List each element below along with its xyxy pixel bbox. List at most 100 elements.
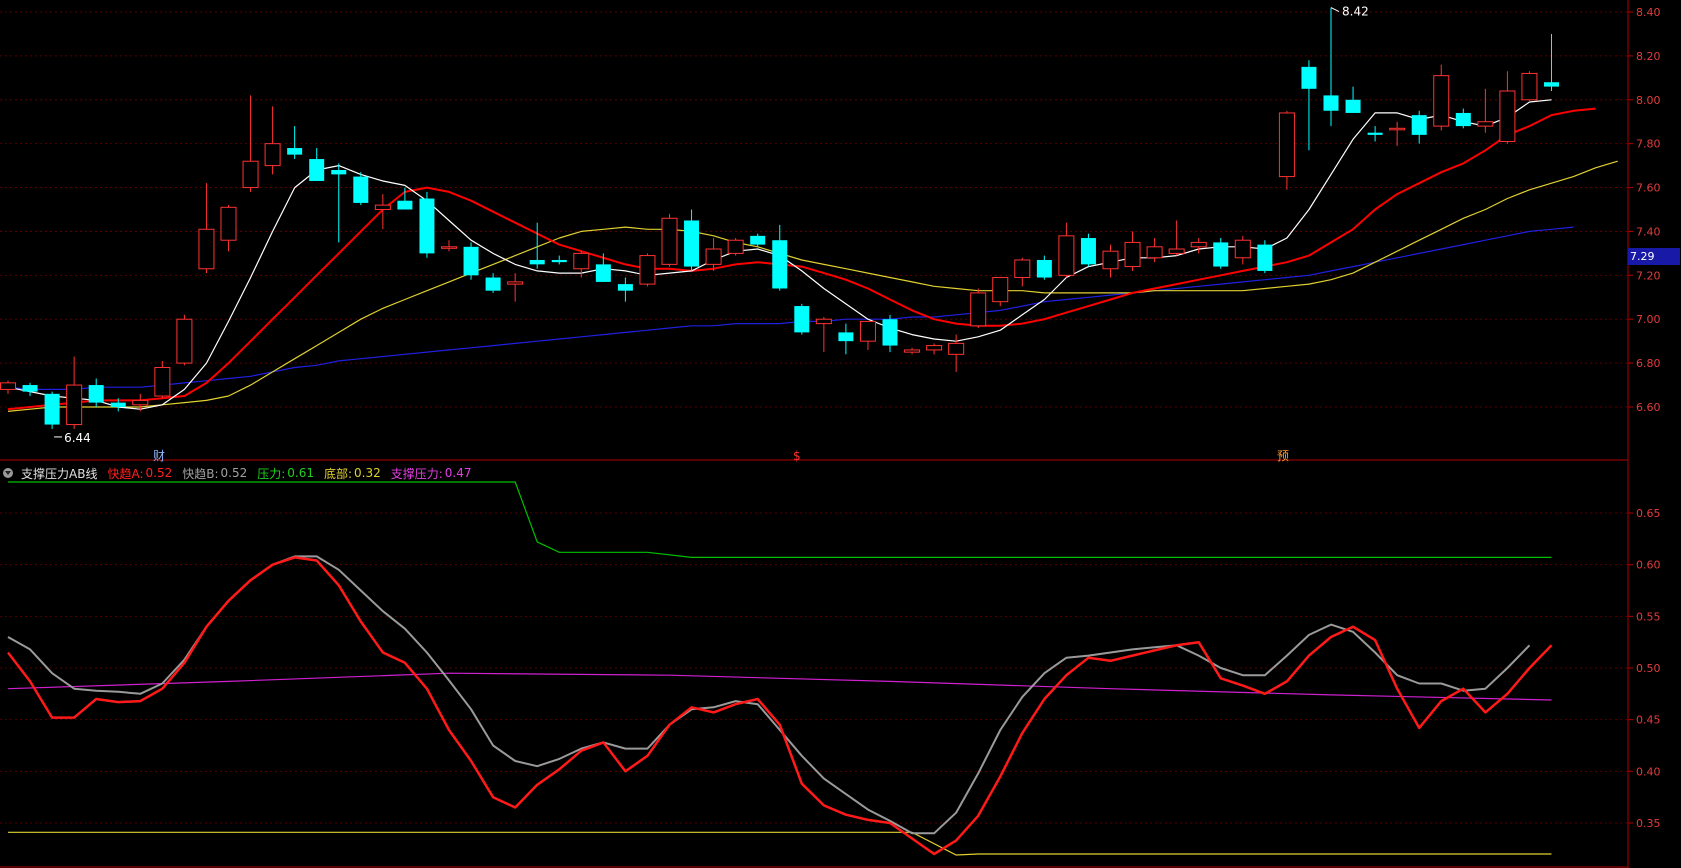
candle[interactable] (485, 273, 501, 293)
candle-body-down (551, 259, 567, 263)
indicator-axis-label: 0.65 (1636, 507, 1661, 520)
candle-body-down (419, 198, 435, 254)
candle[interactable] (1455, 108, 1471, 129)
fast-a-line (7, 556, 1553, 856)
bottom-line (8, 831, 1552, 856)
candle-body-up (1124, 241, 1141, 268)
current-price-badge: 7.29 (1628, 247, 1680, 265)
indicator-lines-layer (7, 481, 1553, 856)
candle[interactable] (551, 255, 567, 265)
candle[interactable] (772, 224, 788, 291)
candle[interactable] (22, 382, 38, 397)
candle[interactable] (1257, 240, 1273, 274)
candle[interactable] (1323, 7, 1339, 127)
candle-body-down (684, 220, 700, 267)
indicator-name[interactable]: 支撑压力AB线 (21, 465, 97, 482)
candle[interactable] (750, 233, 766, 247)
candle[interactable] (794, 303, 810, 335)
candle[interactable] (287, 126, 303, 160)
chevron-down-icon[interactable] (3, 468, 13, 478)
candle-body-up (1058, 235, 1075, 276)
candle[interactable] (1014, 257, 1031, 287)
candle[interactable] (463, 242, 479, 280)
candle[interactable] (154, 360, 171, 399)
candle[interactable] (595, 253, 611, 282)
candle[interactable] (176, 314, 193, 366)
candle-body-down (1411, 115, 1427, 135)
candle[interactable] (1345, 86, 1361, 113)
candle[interactable] (727, 238, 744, 256)
event-tag-forecast[interactable]: 预 (1277, 449, 1289, 463)
candle[interactable] (1499, 71, 1516, 144)
candle[interactable] (684, 209, 700, 271)
candle[interactable] (1301, 60, 1317, 151)
candle[interactable] (419, 191, 435, 258)
candle[interactable] (198, 183, 215, 274)
candle[interactable] (617, 277, 633, 302)
candle-body-down (1080, 238, 1096, 265)
event-tag-finance[interactable]: 财 (153, 449, 165, 463)
event-tag-dividend[interactable]: $ (793, 449, 801, 463)
candle[interactable] (441, 240, 457, 252)
candle[interactable] (331, 163, 347, 243)
candle[interactable] (0, 380, 16, 394)
price-axis-label: 7.80 (1636, 138, 1661, 151)
price-axis-label: 7.40 (1636, 225, 1661, 238)
price-axis-label: 7.00 (1636, 313, 1661, 326)
indicator-axis-label: 0.55 (1636, 610, 1661, 623)
candle[interactable] (992, 277, 1009, 307)
candle-body-up (176, 318, 193, 364)
candle[interactable] (838, 323, 854, 355)
candle[interactable] (705, 238, 722, 271)
stock-chart[interactable]: 8.40 8.20 8.00 7.80 7.60 7.40 7.20 7.00 6.80 6.60… (0, 0, 1681, 868)
candlestick-layer[interactable] (0, 7, 1560, 429)
candle[interactable] (639, 253, 656, 287)
candle[interactable] (353, 172, 369, 206)
candle[interactable] (66, 356, 83, 429)
candle[interactable] (882, 314, 898, 353)
candle[interactable] (1389, 121, 1406, 146)
candle[interactable] (661, 213, 678, 267)
candle[interactable] (529, 222, 545, 269)
candle[interactable] (88, 378, 104, 407)
candle[interactable] (1080, 233, 1096, 267)
candle[interactable] (1411, 110, 1427, 144)
candle-body-up (661, 217, 678, 265)
candle-body-up (507, 281, 524, 285)
candle[interactable] (1036, 255, 1052, 280)
candle[interactable] (507, 273, 524, 302)
candle[interactable] (815, 317, 832, 353)
candle[interactable] (1168, 220, 1185, 256)
candle[interactable] (1521, 71, 1538, 102)
candle[interactable] (220, 205, 237, 252)
candle-body-down (1544, 82, 1559, 87)
candle[interactable] (1367, 126, 1383, 142)
candle[interactable] (1213, 238, 1229, 269)
indicator-header: 支撑压力AB线 快趋A: 0.52 快趋B: 0.52 压力: 0.61 底部: 0.3… (0, 464, 472, 482)
candle-body-down (309, 159, 325, 181)
candle[interactable] (264, 106, 281, 175)
candle-body-up (242, 160, 259, 189)
candle[interactable] (859, 320, 876, 350)
candle-body-up (441, 246, 457, 249)
candle-body-down (110, 402, 126, 407)
high-price-marker: 8.42 (1342, 5, 1369, 19)
candle[interactable] (1146, 238, 1163, 263)
candle[interactable] (970, 288, 987, 329)
candle[interactable] (904, 347, 921, 355)
candle-body-up (948, 342, 965, 355)
candle[interactable] (44, 391, 60, 429)
candle[interactable] (1544, 33, 1559, 91)
candle[interactable] (1477, 88, 1494, 133)
candle[interactable] (926, 343, 943, 355)
candle[interactable] (1102, 244, 1119, 278)
candle[interactable] (1278, 110, 1295, 190)
candle[interactable] (1124, 231, 1141, 271)
indicator-axis-label: 0.35 (1636, 817, 1661, 830)
candle[interactable] (309, 148, 325, 181)
candle[interactable] (374, 194, 391, 230)
candle-body-up (1278, 112, 1295, 178)
candle[interactable] (1234, 235, 1251, 265)
candle[interactable] (1058, 222, 1075, 278)
candle[interactable] (1433, 64, 1450, 131)
